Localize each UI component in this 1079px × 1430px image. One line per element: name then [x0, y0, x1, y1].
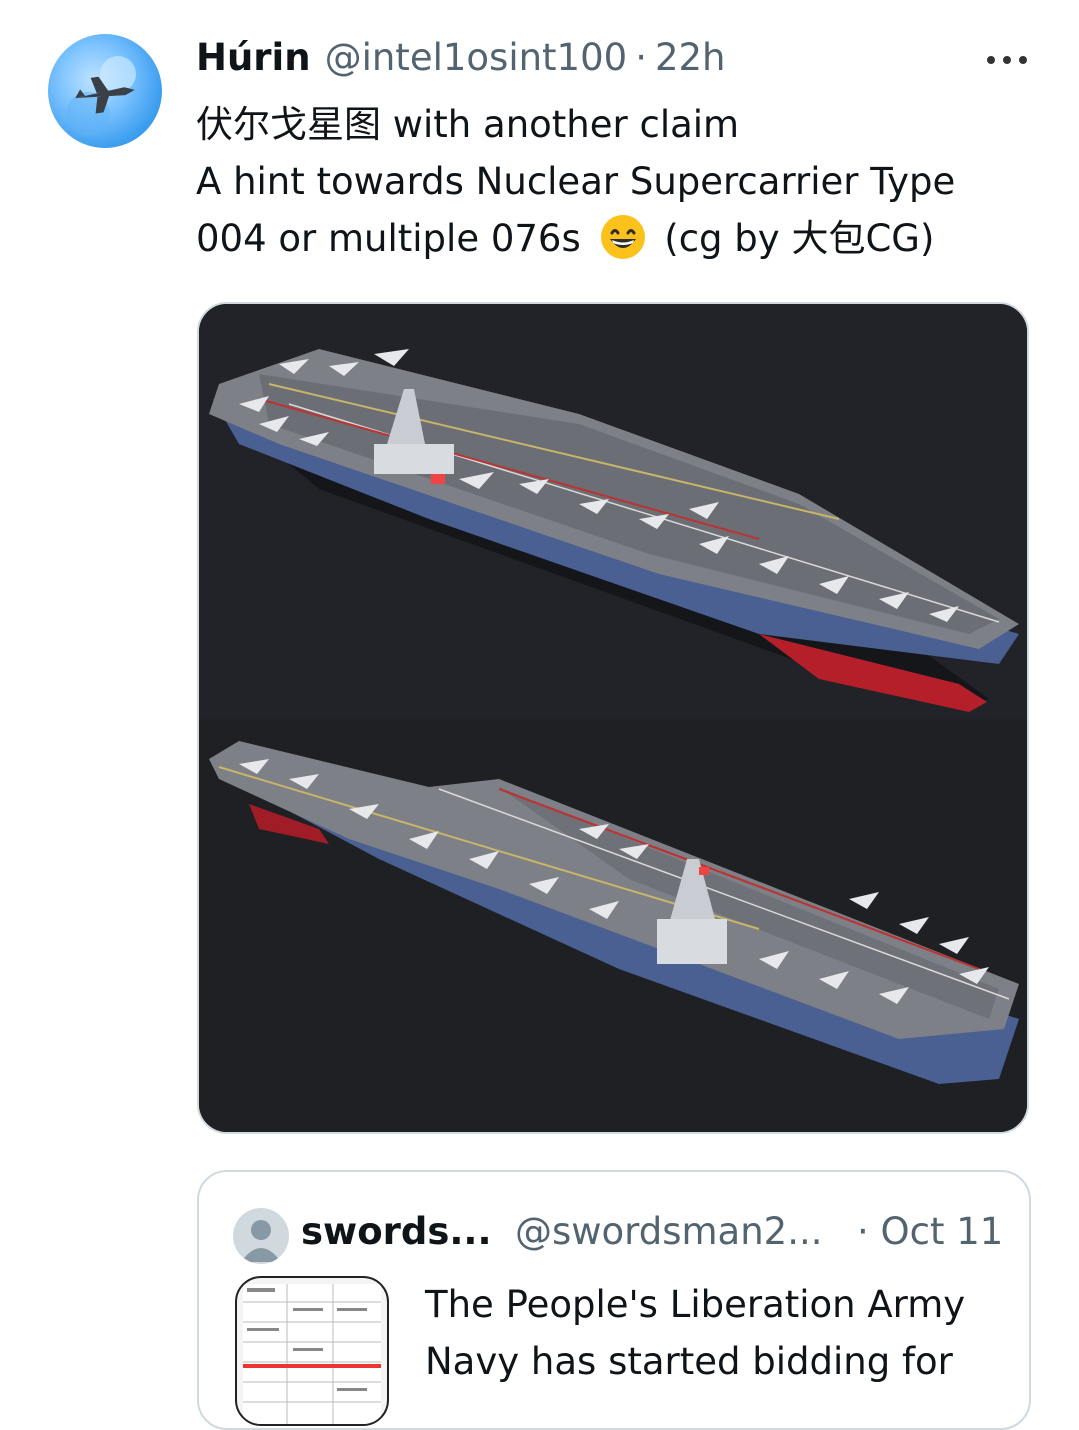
separator-dot: ·	[635, 36, 647, 79]
quoted-author-name[interactable]: swords...	[301, 1210, 492, 1253]
default-avatar-icon	[241, 1220, 281, 1262]
tweet-media-image[interactable]	[197, 302, 1029, 1134]
tweet-timestamp[interactable]: 22h	[655, 36, 726, 79]
quoted-document-thumbnail[interactable]	[235, 1276, 389, 1426]
tweet-text: 伏尔戈星图 with another claim A hint towards …	[196, 96, 1016, 267]
tweet-text-line: 伏尔戈星图 with another claim	[196, 103, 740, 146]
author-avatar[interactable]	[48, 34, 162, 148]
author-name[interactable]: Húrin	[196, 36, 311, 79]
quoted-timestamp[interactable]: · Oct 11	[857, 1210, 1003, 1253]
aircraft-carrier-illustration	[209, 741, 1019, 1084]
quoted-text-line: The People's Liberation Army	[425, 1283, 966, 1326]
quoted-tweet-card[interactable]: swords... @swordsman2... · Oct 11 The Pe…	[197, 1170, 1031, 1430]
carrier-render-top	[199, 304, 1027, 719]
aircraft-carrier-illustration	[209, 349, 1019, 712]
quoted-author-handle[interactable]: @swordsman2...	[515, 1210, 823, 1253]
jet-silhouette-icon	[66, 56, 136, 136]
carrier-render-bottom	[199, 719, 1027, 1132]
tweet-text-line: A hint towards Nuclear Supercarrier Type	[196, 160, 956, 203]
quoted-author-avatar[interactable]	[233, 1208, 289, 1264]
quoted-text-line: Navy has started bidding for	[425, 1340, 953, 1383]
tweet-text-line-with-emoji: 004 or multiple 076s (cg by 大包CG)	[196, 210, 1016, 267]
quoted-tweet-text: The People's Liberation Army Navy has st…	[425, 1276, 1025, 1390]
tweet-text-segment: (cg by 大包CG)	[664, 217, 935, 260]
more-options-icon[interactable]	[987, 44, 1029, 74]
grinning-face-emoji-icon	[600, 215, 645, 259]
author-handle[interactable]: @intel1osint100	[325, 36, 628, 79]
tweet-text-segment: 004 or multiple 076s	[196, 217, 581, 260]
document-table-icon	[243, 1284, 381, 1424]
tweet-header: Húrin @intel1osint100 · 22h	[196, 36, 725, 86]
